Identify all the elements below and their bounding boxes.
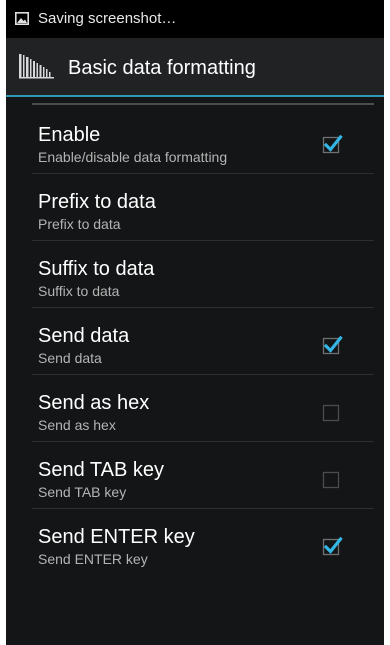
settings-list: Enable Enable/disable data formatting Pr… [6, 97, 384, 645]
pref-enable[interactable]: Enable Enable/disable data formatting [6, 107, 384, 174]
pref-title: Suffix to data [38, 258, 155, 280]
pref-title: Enable [38, 124, 101, 146]
pref-send-enter-key[interactable]: Send ENTER key Send ENTER key [6, 509, 384, 576]
list-top-divider [32, 103, 374, 105]
pref-prefix-to-data[interactable]: Prefix to data Prefix to data [6, 174, 384, 241]
pref-title: Prefix to data [38, 191, 156, 213]
pref-send-as-hex[interactable]: Send as hex Send as hex [6, 375, 384, 442]
action-bar: Basic data formatting [6, 38, 384, 95]
pref-title: Send TAB key [38, 459, 164, 481]
status-notification-text: Saving screenshot… [38, 10, 177, 27]
pref-suffix-to-data[interactable]: Suffix to data Suffix to data [6, 241, 384, 308]
send-tab-key-checkbox[interactable] [321, 468, 343, 490]
barcode-icon[interactable] [19, 52, 55, 80]
page-title: Basic data formatting [68, 57, 256, 79]
image-icon [15, 12, 29, 25]
pref-summary: Enable/disable data formatting [38, 149, 228, 165]
pref-summary: Send TAB key [38, 484, 127, 500]
enable-checkbox[interactable] [321, 133, 343, 155]
pref-summary: Send ENTER key [38, 551, 148, 567]
pref-title: Send as hex [38, 392, 150, 414]
pref-title: Send ENTER key [38, 526, 195, 548]
pref-send-tab-key[interactable]: Send TAB key Send TAB key [6, 442, 384, 509]
pref-title: Send data [38, 325, 130, 347]
send-as-hex-checkbox[interactable] [321, 401, 343, 423]
pref-summary: Prefix to data [38, 216, 121, 232]
pref-send-data[interactable]: Send data Send data [6, 308, 384, 375]
android-screen: Saving screenshot… Basic data formatting [6, 0, 384, 645]
pref-summary: Send as hex [38, 417, 116, 433]
send-enter-key-checkbox[interactable] [321, 535, 343, 557]
pref-summary: Suffix to data [38, 283, 120, 299]
send-data-checkbox[interactable] [321, 334, 343, 356]
pref-summary: Send data [38, 350, 102, 366]
status-bar: Saving screenshot… [6, 0, 384, 38]
